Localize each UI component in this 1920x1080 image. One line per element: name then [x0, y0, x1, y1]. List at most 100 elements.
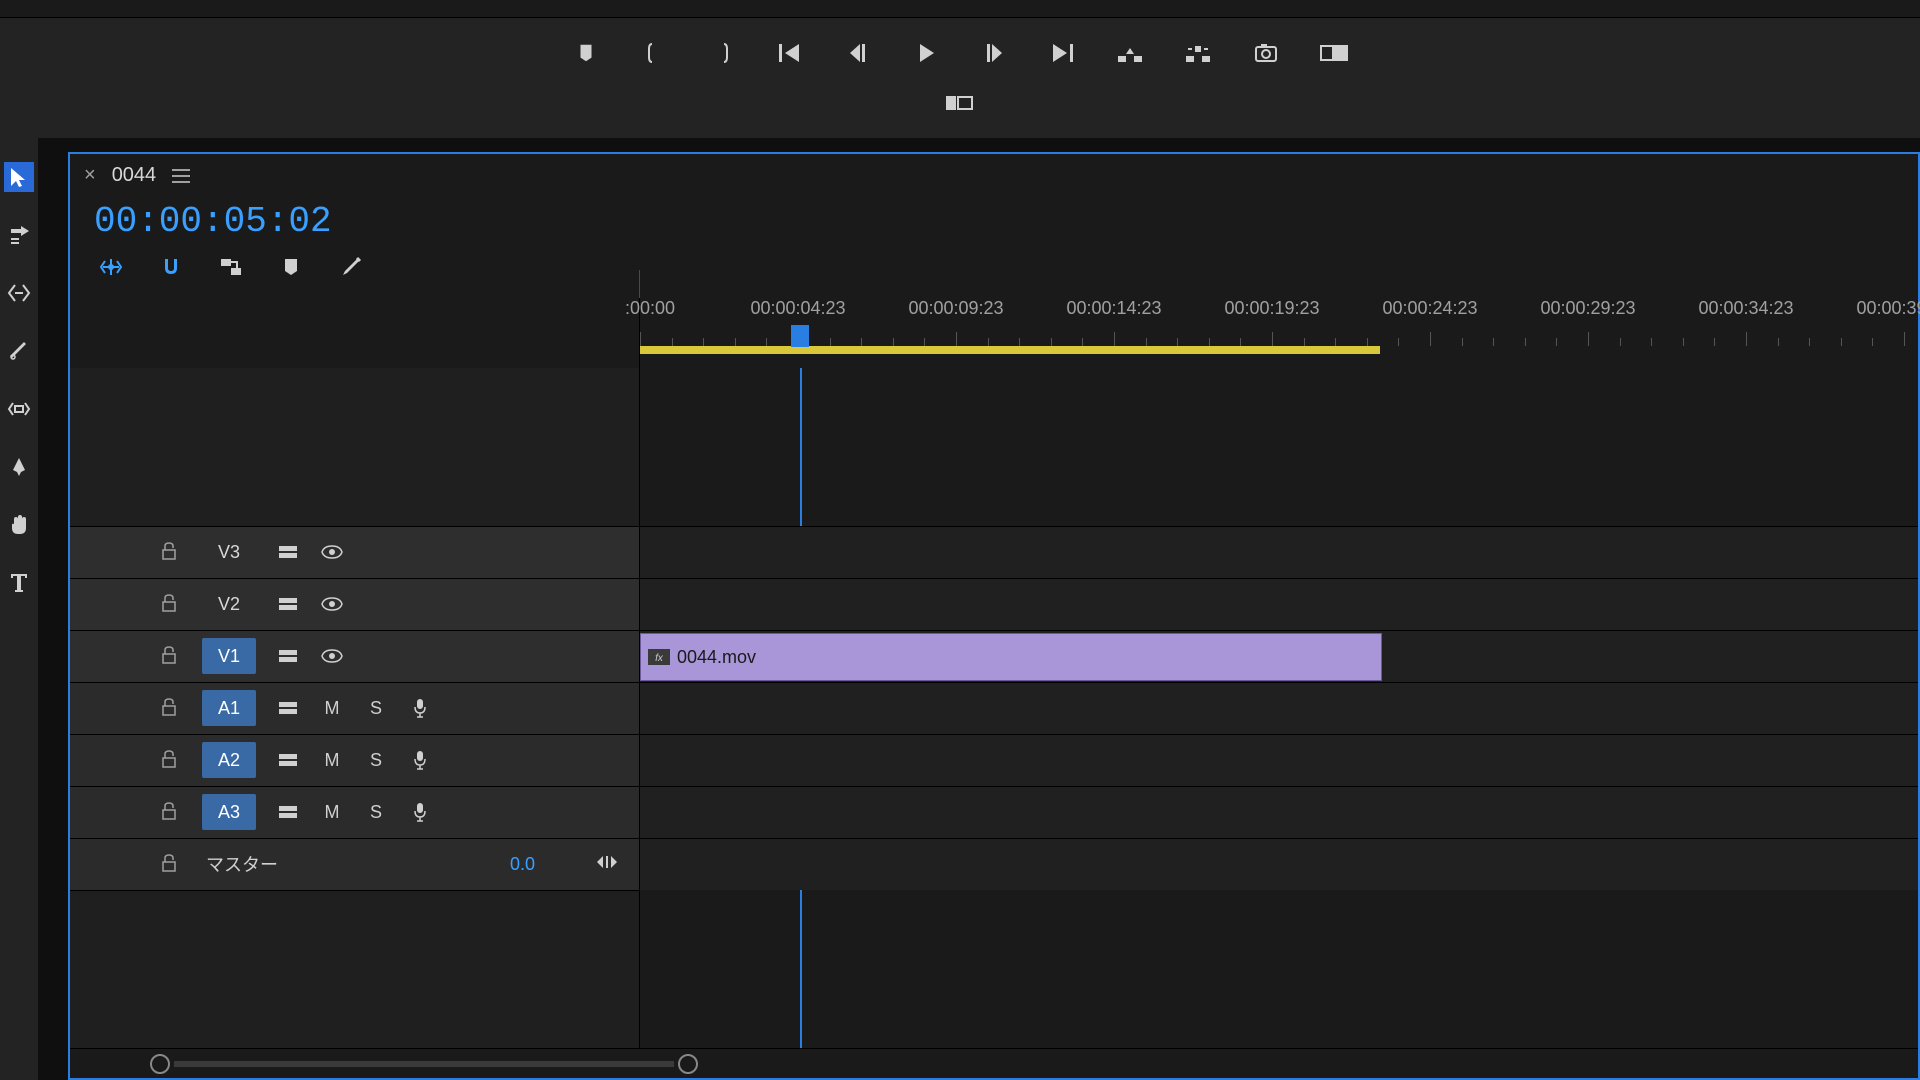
play-button[interactable] — [910, 37, 942, 69]
zoom-scrollbar[interactable] — [70, 1048, 1918, 1078]
timeline-panel: × 0044 00:00:05:02 :00:00 00:00:04:23 00:0… — [68, 152, 1920, 1080]
ruler-tick-label: 00:00:39:23 — [1856, 298, 1920, 319]
ruler-tick-label: 00:00:29:23 — [1540, 298, 1635, 319]
video-clip[interactable]: fx 0044.mov — [640, 633, 1382, 681]
app-topbar — [0, 0, 1920, 18]
step-back-button[interactable] — [842, 37, 874, 69]
ruler-tick-label: :00:00 — [625, 298, 675, 319]
snap-toggle[interactable] — [158, 254, 184, 280]
go-to-in-button[interactable] — [774, 37, 806, 69]
master-track-label: マスター — [206, 851, 490, 877]
transport-bar — [0, 18, 1920, 138]
lift-button[interactable] — [1114, 37, 1146, 69]
track-lane[interactable] — [640, 838, 1918, 890]
audio-track-header: A2 MS — [70, 734, 639, 786]
track-content-area[interactable]: fx 0044.mov — [640, 368, 1918, 1048]
export-frame-button[interactable] — [1250, 37, 1282, 69]
voice-over-record-icon[interactable] — [408, 696, 432, 720]
close-sequence-button[interactable]: × — [84, 164, 96, 187]
ruler-tick-label: 00:00:04:23 — [750, 298, 845, 319]
sync-lock-icon[interactable] — [276, 800, 300, 824]
sync-lock-icon[interactable] — [276, 748, 300, 772]
track-select-forward-tool[interactable] — [4, 220, 34, 250]
lock-icon[interactable] — [160, 853, 182, 875]
tool-sidebar — [0, 138, 38, 1080]
razor-tool[interactable] — [4, 336, 34, 366]
selection-tool[interactable] — [4, 162, 34, 192]
time-ruler[interactable]: :00:0000:00:04:2300:00:09:2300:00:14:230… — [640, 298, 1918, 368]
track-lane[interactable]: fx 0044.mov — [640, 630, 1918, 682]
type-tool[interactable] — [4, 568, 34, 598]
sync-lock-icon[interactable] — [276, 592, 300, 616]
lock-icon[interactable] — [160, 749, 182, 771]
pen-tool[interactable] — [4, 452, 34, 482]
lock-icon[interactable] — [160, 801, 182, 823]
master-volume-value[interactable]: 0.0 — [510, 854, 535, 875]
step-forward-button[interactable] — [978, 37, 1010, 69]
master-pan-icon[interactable] — [595, 853, 619, 876]
go-to-out-button[interactable] — [1046, 37, 1078, 69]
voice-over-record-icon[interactable] — [408, 748, 432, 772]
voice-over-record-icon[interactable] — [408, 800, 432, 824]
solo-toggle[interactable]: S — [364, 698, 388, 719]
mark-out-button[interactable] — [706, 37, 738, 69]
video-track-header: V2 — [70, 578, 639, 630]
track-lane[interactable] — [640, 578, 1918, 630]
ruler-tick-label: 00:00:09:23 — [908, 298, 1003, 319]
track-target-toggle[interactable]: A2 — [202, 742, 256, 778]
lock-icon[interactable] — [160, 541, 182, 563]
add-marker-button[interactable] — [570, 37, 602, 69]
video-track-header: V1 — [70, 630, 639, 682]
clip-name-label: 0044.mov — [677, 647, 756, 668]
sequence-name[interactable]: 0044 — [112, 164, 157, 187]
button-editor-button[interactable] — [944, 87, 976, 119]
ruler-tick-label: 00:00:34:23 — [1698, 298, 1793, 319]
track-target-toggle[interactable]: V1 — [202, 638, 256, 674]
solo-toggle[interactable]: S — [364, 802, 388, 823]
lock-icon[interactable] — [160, 593, 182, 615]
linked-selection-toggle[interactable] — [218, 254, 244, 280]
lock-icon[interactable] — [160, 645, 182, 667]
hand-tool[interactable] — [4, 510, 34, 540]
playhead-timecode[interactable]: 00:00:05:02 — [94, 201, 332, 242]
mute-toggle[interactable]: M — [320, 750, 344, 771]
zoom-handle-right[interactable] — [678, 1054, 698, 1074]
sync-lock-icon[interactable] — [276, 644, 300, 668]
fx-badge[interactable]: fx — [647, 648, 671, 666]
video-track-header: V3 — [70, 526, 639, 578]
toggle-track-output-icon[interactable] — [320, 540, 344, 564]
insert-sequence-tool[interactable] — [98, 254, 124, 280]
sync-lock-icon[interactable] — [276, 540, 300, 564]
track-lane[interactable] — [640, 786, 1918, 838]
toggle-track-output-icon[interactable] — [320, 644, 344, 668]
sync-lock-icon[interactable] — [276, 696, 300, 720]
extract-button[interactable] — [1182, 37, 1214, 69]
track-target-toggle[interactable]: A3 — [202, 794, 256, 830]
timeline-settings-button[interactable] — [338, 254, 364, 280]
work-area-bar[interactable] — [640, 346, 1380, 354]
comparison-view-button[interactable] — [1318, 37, 1350, 69]
track-target-toggle[interactable]: V2 — [202, 586, 256, 622]
mute-toggle[interactable]: M — [320, 698, 344, 719]
toggle-track-output-icon[interactable] — [320, 592, 344, 616]
lock-icon[interactable] — [160, 697, 182, 719]
track-headers: V3V2V1 A1MSA2MSA3MS マスター 0.0 — [70, 368, 640, 1048]
track-lane[interactable] — [640, 682, 1918, 734]
track-lane[interactable] — [640, 734, 1918, 786]
mute-toggle[interactable]: M — [320, 802, 344, 823]
track-target-toggle[interactable]: V3 — [202, 534, 256, 570]
track-target-toggle[interactable]: A1 — [202, 690, 256, 726]
solo-toggle[interactable]: S — [364, 750, 388, 771]
panel-menu-button[interactable] — [172, 169, 190, 183]
zoom-handle-left[interactable] — [150, 1054, 170, 1074]
svg-text:fx: fx — [655, 653, 664, 664]
track-lane[interactable] — [640, 526, 1918, 578]
slip-tool[interactable] — [4, 394, 34, 424]
add-marker-tool[interactable] — [278, 254, 304, 280]
master-track-header: マスター 0.0 — [70, 838, 639, 890]
ripple-edit-tool[interactable] — [4, 278, 34, 308]
ruler-tick-label: 00:00:14:23 — [1066, 298, 1161, 319]
audio-track-header: A1 MS — [70, 682, 639, 734]
track-header-spacer — [70, 298, 640, 368]
mark-in-button[interactable] — [638, 37, 670, 69]
